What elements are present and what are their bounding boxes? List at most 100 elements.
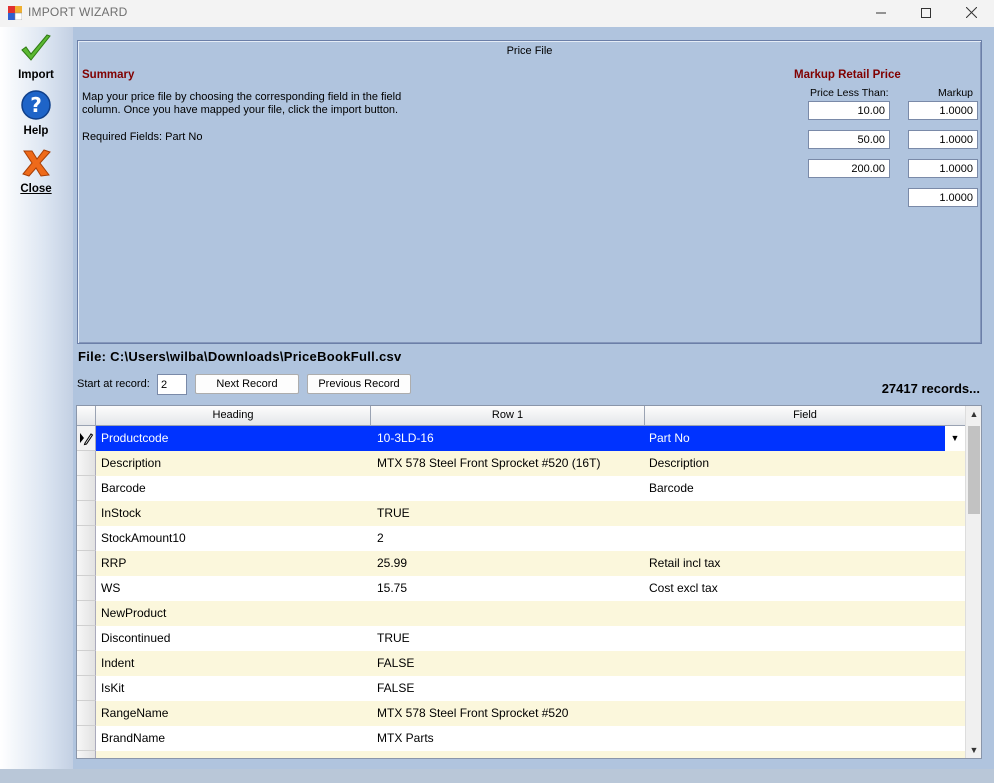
cell-field[interactable]: Part No — [649, 426, 690, 451]
row-header[interactable] — [77, 476, 96, 501]
row-header[interactable] — [77, 501, 96, 526]
main-area: Price File Summary Map your price file b… — [73, 27, 994, 769]
next-record-button[interactable]: Next Record — [195, 374, 299, 394]
table-row[interactable]: Indent FALSE — [77, 651, 965, 676]
chevron-down-icon: ▼ — [950, 433, 960, 443]
cell-row1: MTX Parts — [377, 731, 434, 745]
records-count: 27417 records... — [881, 381, 980, 396]
row-header[interactable] — [77, 726, 96, 751]
table-row[interactable]: StockAmount10 2 — [77, 526, 965, 551]
cell-heading: WS — [101, 581, 121, 595]
column-header-field[interactable]: Field — [645, 406, 965, 425]
table-row[interactable]: Description MTX 578 Steel Front Sprocket… — [77, 451, 965, 476]
cell-heading: NewProduct — [101, 606, 167, 620]
cell-heading: IsKit — [101, 681, 125, 695]
close-button[interactable] — [948, 0, 994, 27]
table-row[interactable]: Barcode Barcode — [77, 476, 965, 501]
cell-row1: FALSE — [377, 681, 415, 695]
table-row[interactable]: WS 15.75 Cost excl tax — [77, 576, 965, 601]
cell-heading: Discontinued — [101, 631, 171, 645]
price-file-panel: Price File Summary Map your price file b… — [77, 40, 982, 344]
cell-row1: TRUE — [377, 631, 410, 645]
cell-row1: FALSE — [377, 656, 415, 670]
close-x-icon — [19, 149, 53, 182]
markup-input-1[interactable] — [908, 101, 978, 120]
table-row[interactable]: NewProduct — [77, 601, 965, 626]
background-window-strip — [0, 769, 994, 783]
mapping-grid: Heading Row 1 Field Productcode 10-3LD-1… — [76, 405, 982, 759]
maximize-button[interactable] — [903, 0, 949, 27]
row-header[interactable] — [77, 751, 96, 758]
row-header[interactable] — [77, 451, 96, 476]
scroll-up-button[interactable]: ▲ — [966, 406, 981, 422]
table-row[interactable]: RRP 25.99 Retail incl tax — [77, 551, 965, 576]
table-row[interactable]: RangeName MTX 578 Steel Front Sprocket #… — [77, 701, 965, 726]
summary-heading: Summary — [82, 69, 135, 81]
summary-text: Map your price file by choosing the corr… — [82, 91, 402, 116]
cell-heading: RRP — [101, 556, 127, 570]
start-record-label: Start at record: — [77, 378, 150, 390]
row-header[interactable] — [77, 626, 96, 651]
table-row[interactable]: InStock TRUE — [77, 501, 965, 526]
cell-row1: 16 Tooth — [377, 751, 423, 758]
price-less-than-input-2[interactable] — [808, 130, 890, 149]
cell-row1: 25.99 — [377, 556, 408, 570]
row-header[interactable] — [77, 526, 96, 551]
start-record-input[interactable] — [157, 374, 187, 395]
cell-row1: MTX 578 Steel Front Sprocket #520 (16T) — [377, 456, 601, 470]
price-less-than-input-3[interactable] — [808, 159, 890, 178]
row-header[interactable] — [77, 426, 96, 451]
cell-heading: InStock — [101, 506, 142, 520]
cell-heading: Description — [101, 456, 162, 470]
panel-title: Price File — [506, 45, 553, 57]
row-header[interactable] — [77, 701, 96, 726]
checkmark-icon — [19, 34, 53, 68]
cell-row1: TRUE — [377, 506, 410, 520]
cell-heading: StockAmount10 — [101, 531, 186, 545]
markup-input-2[interactable] — [908, 130, 978, 149]
table-row[interactable]: BrandName MTX Parts — [77, 726, 965, 751]
import-label: Import — [18, 69, 54, 81]
column-header-row1[interactable]: Row 1 — [371, 406, 645, 425]
maximize-icon — [921, 7, 931, 21]
minimize-button[interactable] — [858, 0, 904, 27]
import-button[interactable]: Import — [6, 33, 66, 81]
cell-row1: 2 — [377, 531, 384, 545]
vertical-scrollbar[interactable]: ▲ ▼ — [965, 406, 981, 758]
column-header-heading[interactable]: Heading — [96, 406, 371, 425]
row-header[interactable] — [77, 601, 96, 626]
price-less-than-input-1[interactable] — [808, 101, 890, 120]
row-header[interactable] — [77, 576, 96, 601]
help-icon: ? — [19, 90, 53, 124]
cell-field[interactable]: Retail incl tax — [649, 551, 720, 576]
help-button[interactable]: ? Help — [6, 89, 66, 137]
markup-input-3[interactable] — [908, 159, 978, 178]
previous-record-button[interactable]: Previous Record — [307, 374, 411, 394]
scroll-down-button[interactable]: ▼ — [966, 742, 981, 758]
help-label: Help — [23, 125, 49, 137]
field-dropdown-button[interactable]: ▼ — [945, 426, 965, 451]
scrollbar-thumb[interactable] — [968, 426, 980, 514]
cell-row1: 15.75 — [377, 581, 408, 595]
title-bar: IMPORT WIZARD — [0, 0, 994, 27]
table-row[interactable]: Discontinued TRUE — [77, 626, 965, 651]
cell-field[interactable]: Description — [649, 451, 709, 476]
markup-label: Markup — [938, 87, 974, 99]
cell-heading: BrandName — [101, 731, 166, 745]
cell-field[interactable]: Barcode — [649, 476, 694, 501]
close-tool-button[interactable]: Close — [6, 147, 66, 195]
cell-field[interactable]: Cost excl tax — [649, 576, 718, 601]
minimize-icon — [876, 7, 886, 21]
markup-input-4[interactable] — [908, 188, 978, 207]
table-row[interactable]: Productcode 10-3LD-16 Part No ▼ — [77, 426, 965, 451]
close-icon — [965, 6, 977, 21]
row-header[interactable] — [77, 676, 96, 701]
row-header[interactable] — [77, 651, 96, 676]
cell-heading: Productcode — [101, 431, 169, 445]
row-header[interactable] — [77, 551, 96, 576]
table-row[interactable]: IsKit FALSE — [77, 676, 965, 701]
cell-heading: Barcode — [101, 481, 146, 495]
app-icon — [8, 6, 23, 21]
table-row[interactable]: Size 16 Tooth — [77, 751, 965, 758]
grid-rows: Productcode 10-3LD-16 Part No ▼ Descript… — [77, 426, 965, 758]
